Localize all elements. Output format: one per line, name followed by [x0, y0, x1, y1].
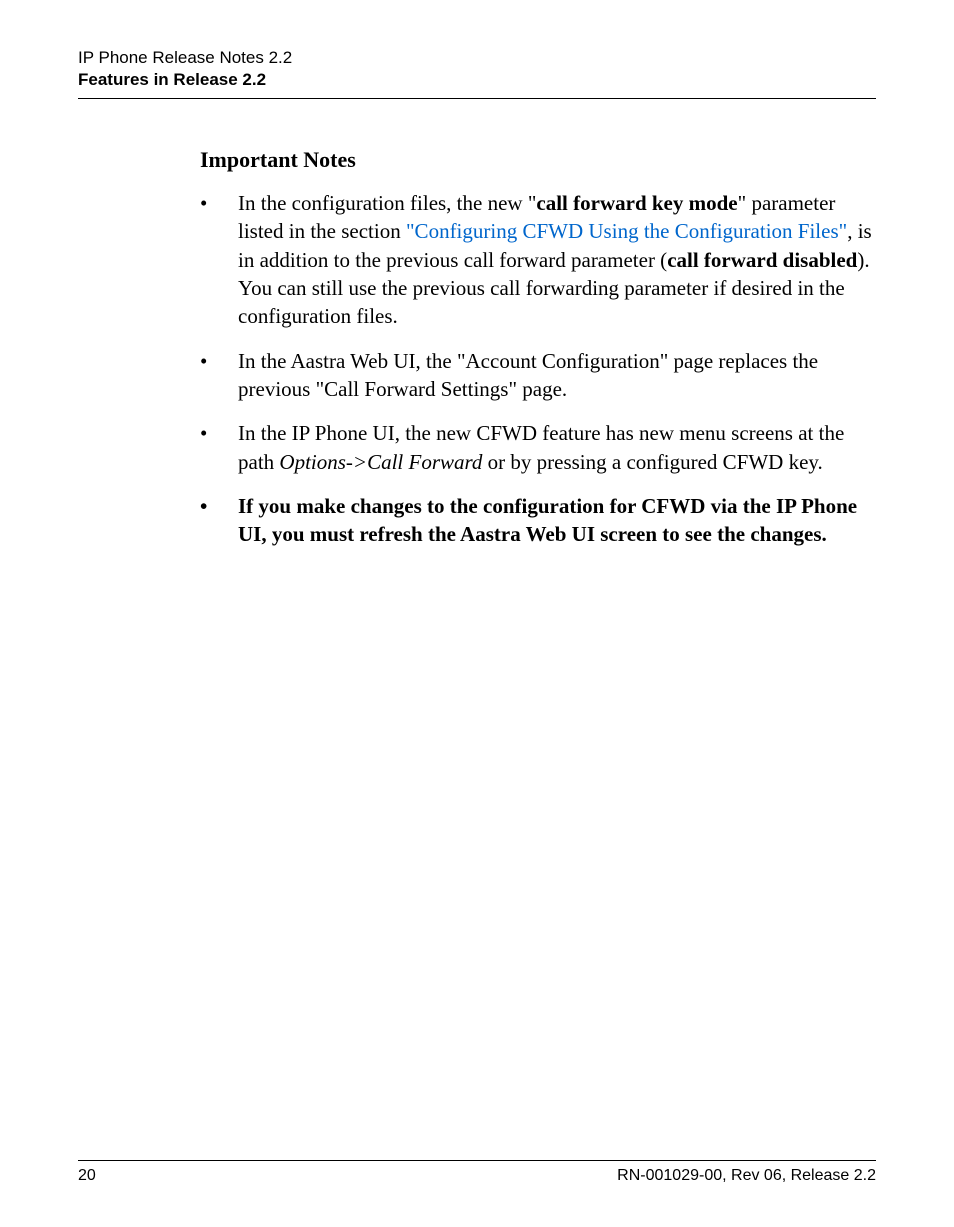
text-bold: call forward disabled	[667, 248, 857, 272]
bullet-icon: •	[200, 189, 238, 331]
text-italic: Options->Call Forward	[279, 450, 482, 474]
list-item-text: In the IP Phone UI, the new CFWD feature…	[238, 419, 876, 476]
footer-divider	[78, 1160, 876, 1161]
text-fragment: or by pressing a configured CFWD key.	[482, 450, 822, 474]
header-section-title: Features in Release 2.2	[78, 70, 876, 90]
bullet-icon: •	[200, 492, 238, 549]
bullet-icon: •	[200, 419, 238, 476]
list-item-text: If you make changes to the configuration…	[238, 492, 876, 549]
list-item: • In the IP Phone UI, the new CFWD featu…	[200, 419, 876, 476]
doc-id: RN-001029-00, Rev 06, Release 2.2	[617, 1167, 876, 1185]
inline-link[interactable]: "Configuring CFWD Using the Configuratio…	[406, 219, 847, 243]
page-number: 20	[78, 1167, 96, 1185]
page-header: IP Phone Release Notes 2.2 Features in R…	[0, 0, 954, 99]
list-item-text: In the Aastra Web UI, the "Account Confi…	[238, 347, 876, 404]
list-item: • In the configuration files, the new "c…	[200, 189, 876, 331]
bullet-icon: •	[200, 347, 238, 404]
list-item-text: In the configuration files, the new "cal…	[238, 189, 876, 331]
section-heading: Important Notes	[200, 147, 876, 173]
text-bold: call forward key mode	[536, 191, 737, 215]
notes-list: • In the configuration files, the new "c…	[200, 189, 876, 549]
list-item: • If you make changes to the configurati…	[200, 492, 876, 549]
list-item: • In the Aastra Web UI, the "Account Con…	[200, 347, 876, 404]
footer-row: 20 RN-001029-00, Rev 06, Release 2.2	[78, 1167, 876, 1185]
page-footer: 20 RN-001029-00, Rev 06, Release 2.2	[78, 1160, 876, 1185]
page-content: Important Notes • In the configuration f…	[0, 99, 954, 549]
text-fragment: In the configuration files, the new "	[238, 191, 536, 215]
header-doc-title: IP Phone Release Notes 2.2	[78, 48, 876, 68]
